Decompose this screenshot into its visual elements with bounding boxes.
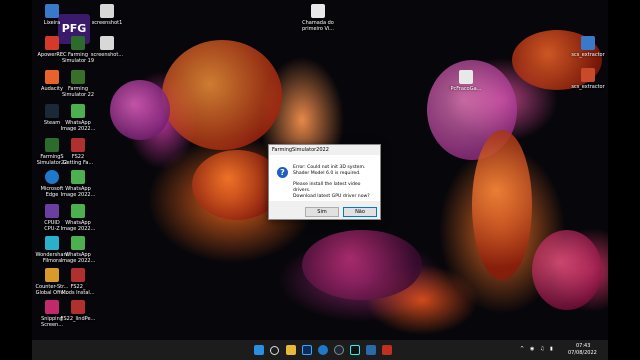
windows-start-icon[interactable] (254, 345, 264, 355)
desktop-icon-fs22-getting[interactable]: FS22 Getting Fa... (58, 138, 98, 166)
edge-icon (45, 170, 59, 184)
file-icon (100, 36, 114, 50)
edge-icon[interactable] (318, 345, 328, 355)
desktop-icon-scs-extractor-2[interactable]: scs_extractor (568, 68, 608, 90)
clock-time[interactable]: 07:43 (576, 343, 590, 349)
steam-icon (45, 104, 59, 118)
battery-icon[interactable]: ▮ (550, 346, 553, 352)
desktop-icon-label: Farming Simulator 22 (61, 86, 95, 98)
desktop-icon-whatsapp-2[interactable]: WhatsApp Image 2022... (58, 170, 98, 198)
fs22-icon (71, 268, 85, 282)
desktop-icon-label: scs_extractor (571, 84, 605, 90)
desktop-icon-label: WhatsApp Image 2022... (60, 220, 96, 232)
chevron-up-icon[interactable]: ^ (520, 346, 524, 352)
fs22-icon (71, 138, 85, 152)
desktop-icon-fs22-lind[interactable]: FS22_lindPe... (58, 300, 98, 322)
apowerrec-icon (45, 36, 59, 50)
dialog-message-line: Download latest GPU driver now? (293, 194, 370, 199)
desktop-icon-fs22[interactable]: Farming Simulator 22 (58, 70, 98, 98)
dialog-message-line: Please install the latest video drivers. (293, 182, 361, 193)
desktop-icon-scs-extractor-1[interactable]: scs_extractor (568, 36, 608, 58)
no-button[interactable]: Não (343, 207, 377, 217)
desktop-icon-label: WhatsApp Image 2022... (60, 252, 96, 264)
fs22-icon (71, 300, 85, 314)
image-file-icon (71, 170, 85, 184)
desktop-icon-chamada[interactable]: Chamada do primeiro Vi... (298, 4, 338, 32)
volume-icon[interactable]: ♫ (540, 346, 544, 352)
desktop-screen: PFG Lixeira screenshot1 ApowerREC Farmin… (32, 0, 608, 360)
question-icon: ? (277, 167, 288, 178)
desktop-icon-label: scs_extractor (571, 52, 605, 58)
image-file-icon (71, 236, 85, 250)
yes-button[interactable]: Sim (305, 207, 339, 217)
desktop-icon-screenshot1[interactable]: screenshot1 (87, 4, 127, 26)
photoshop-icon[interactable] (302, 345, 312, 355)
image-file-icon (71, 204, 85, 218)
farming-simulator-icon (71, 36, 85, 50)
steam-icon[interactable] (366, 345, 376, 355)
network-icon[interactable]: ◉ (530, 346, 534, 352)
csgo-icon (45, 268, 59, 282)
image-file-icon (71, 104, 85, 118)
file-explorer-icon[interactable] (286, 345, 296, 355)
cpuz-icon (45, 204, 59, 218)
document-icon (311, 4, 325, 18)
desktop-icon-label: WhatsApp Image 2022... (60, 186, 96, 198)
wallpaper-blob (532, 230, 602, 310)
desktop-icon-label: Lixeira (43, 20, 61, 26)
desktop-icon-label: Chamada do primeiro Vi... (301, 20, 335, 32)
wallpaper-blob (162, 40, 282, 150)
archive-icon (581, 68, 595, 82)
filmora-icon (45, 236, 59, 250)
desktop-icon-pcfraco[interactable]: PcFracoGa... (446, 70, 486, 92)
desktop-icon-label: FS22 Getting Fa... (62, 154, 94, 166)
desktop-icon-whatsapp-1[interactable]: WhatsApp Image 2022... (58, 104, 98, 132)
farming-simulator-icon (45, 138, 59, 152)
desktop-icon-label: screenshot... (90, 52, 124, 58)
desktop-icon-fs22-mods[interactable]: FS22_ Mods Instal... (58, 268, 98, 296)
desktop-icon-label: WhatsApp Image 2022... (60, 120, 96, 132)
desktop-icon-recycle-bin[interactable]: Lixeira (32, 4, 72, 26)
file-icon (100, 4, 114, 18)
error-dialog: FarmingSimulator2022 ? Error: Could not … (268, 144, 381, 220)
wallpaper-blob (302, 230, 422, 300)
desktop-icon-screenshot2[interactable]: screenshot... (87, 36, 127, 58)
folder-icon (581, 36, 595, 50)
clock-date[interactable]: 07/08/2022 (568, 350, 597, 356)
desktop-icon-label: PcFracoGa... (450, 86, 482, 92)
desktop-icon-whatsapp-3[interactable]: WhatsApp Image 2022... (58, 204, 98, 232)
audacity-icon (45, 70, 59, 84)
document-icon (459, 70, 473, 84)
desktop-icon-label: FS22_ Mods Instal... (61, 284, 95, 296)
dialog-title: FarmingSimulator2022 (272, 147, 329, 153)
desktop-icon-whatsapp-4[interactable]: WhatsApp Image 2022... (58, 236, 98, 264)
farming-simulator-icon (71, 70, 85, 84)
dialog-message: Error: Could not init 3D system. Shader … (293, 165, 377, 200)
snipping-icon (45, 300, 59, 314)
tiktok-icon[interactable] (350, 345, 360, 355)
desktop-icon-label: screenshot1 (91, 20, 123, 26)
steam-icon[interactable] (334, 345, 344, 355)
search-icon[interactable] (270, 346, 279, 355)
recycle-bin-icon (45, 4, 59, 18)
app-icon[interactable] (382, 345, 392, 355)
taskbar: ^ ◉ ♫ ▮ 07:43 07/08/2022 (32, 340, 608, 360)
wallpaper-blob (472, 130, 532, 280)
wallpaper-blob (110, 80, 170, 140)
desktop-icon-label: FS22_lindPe... (60, 316, 96, 322)
